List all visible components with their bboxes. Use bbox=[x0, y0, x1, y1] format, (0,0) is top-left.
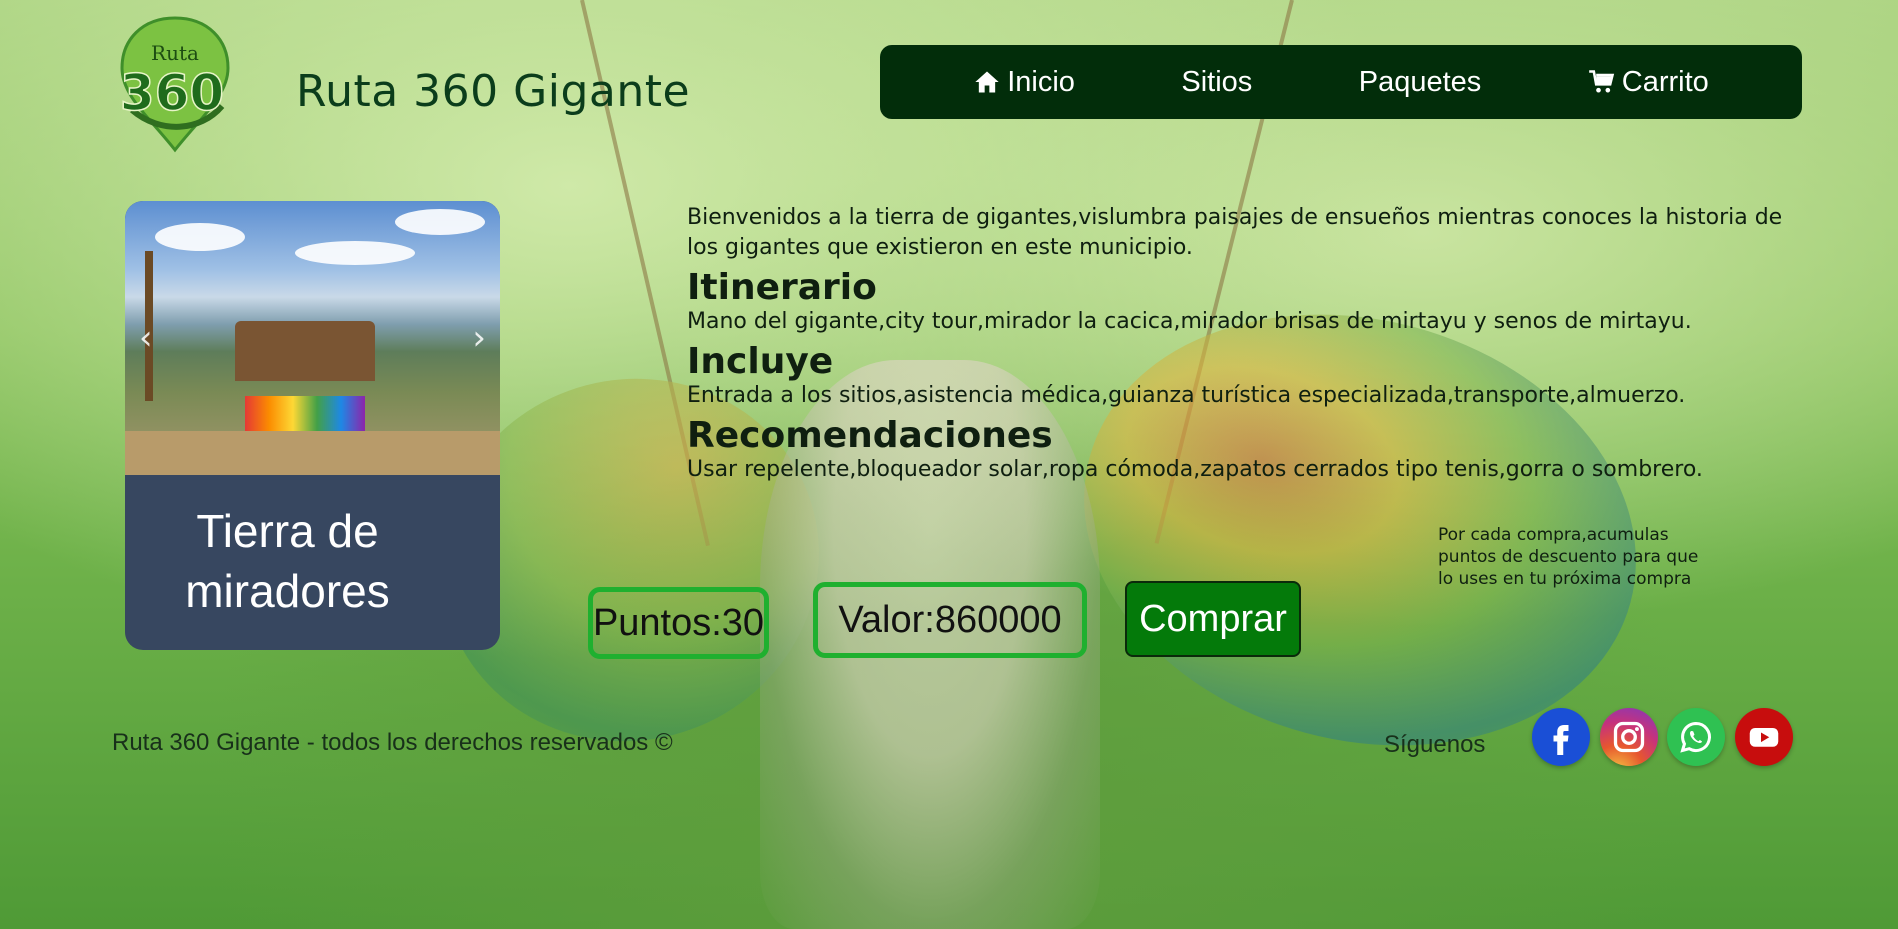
copyright-text: Ruta 360 Gigante - todos los derechos re… bbox=[112, 729, 673, 756]
price-display: Valor:860000 bbox=[813, 582, 1087, 658]
nav-label-paquetes: Paquetes bbox=[1358, 65, 1482, 98]
buy-button[interactable]: Comprar bbox=[1125, 581, 1301, 657]
whatsapp-link[interactable] bbox=[1667, 708, 1725, 766]
carousel-prev-arrow[interactable]: ‹ bbox=[139, 321, 153, 355]
main-nav: Inicio Sitios Paquetes Carrito bbox=[880, 45, 1802, 119]
instagram-link[interactable] bbox=[1600, 708, 1658, 766]
viewpoint-structure bbox=[235, 321, 375, 381]
intro-text: Bienvenidos a la tierra de gigantes,visl… bbox=[687, 205, 1783, 260]
site-title: Ruta 360 Gigante bbox=[296, 66, 691, 117]
home-icon bbox=[975, 71, 999, 93]
logo-text-main: 360 bbox=[120, 64, 224, 122]
photo-cloud bbox=[155, 223, 245, 251]
nav-item-inicio[interactable]: Inicio bbox=[973, 66, 1075, 99]
logo-text-top: Ruta bbox=[151, 41, 199, 65]
package-description: Bienvenidos a la tierra de gigantes,visl… bbox=[687, 203, 1807, 489]
nav-item-carrito[interactable]: Carrito bbox=[1588, 66, 1709, 99]
site-logo[interactable]: Ruta 360 bbox=[110, 14, 240, 154]
package-title: Tierra de miradores bbox=[185, 505, 390, 617]
youtube-icon bbox=[1749, 728, 1779, 747]
itinerary-heading: Itinerario bbox=[687, 267, 877, 308]
cart-icon bbox=[1588, 70, 1614, 93]
whatsapp-icon bbox=[1680, 721, 1711, 753]
nav-item-sitios[interactable]: Sitios bbox=[1181, 66, 1252, 99]
includes-text: Entrada a los sitios,asistencia médica,g… bbox=[687, 383, 1686, 408]
package-card: ‹ › Tierra de miradores bbox=[125, 201, 500, 650]
carousel-next-arrow[interactable]: › bbox=[472, 321, 486, 355]
recommendations-heading: Recomendaciones bbox=[687, 415, 1053, 456]
follow-label: Síguenos bbox=[1384, 731, 1486, 758]
ground bbox=[125, 431, 500, 475]
points-display: Puntos:30 bbox=[588, 587, 769, 659]
itinerary-text: Mano del gigante,city tour,mirador la ca… bbox=[687, 309, 1692, 334]
includes-heading: Incluye bbox=[687, 341, 834, 382]
photo-cloud bbox=[395, 209, 485, 235]
points-note: Por cada compra,acumulas puntos de descu… bbox=[1438, 525, 1699, 589]
nav-label-carrito: Carrito bbox=[1621, 65, 1709, 98]
nav-label-inicio: Inicio bbox=[1007, 65, 1075, 98]
recommendations-text: Usar repelente,bloqueador solar,ropa cóm… bbox=[687, 457, 1703, 482]
facebook-icon bbox=[1553, 725, 1569, 755]
photo-cloud bbox=[295, 241, 415, 265]
facebook-link[interactable] bbox=[1532, 708, 1590, 766]
nav-item-paquetes[interactable]: Paquetes bbox=[1359, 66, 1482, 99]
instagram-icon bbox=[1613, 721, 1645, 753]
package-carousel-image: ‹ › bbox=[125, 201, 500, 475]
nav-label-sitios: Sitios bbox=[1181, 65, 1253, 98]
youtube-link[interactable] bbox=[1735, 708, 1793, 766]
